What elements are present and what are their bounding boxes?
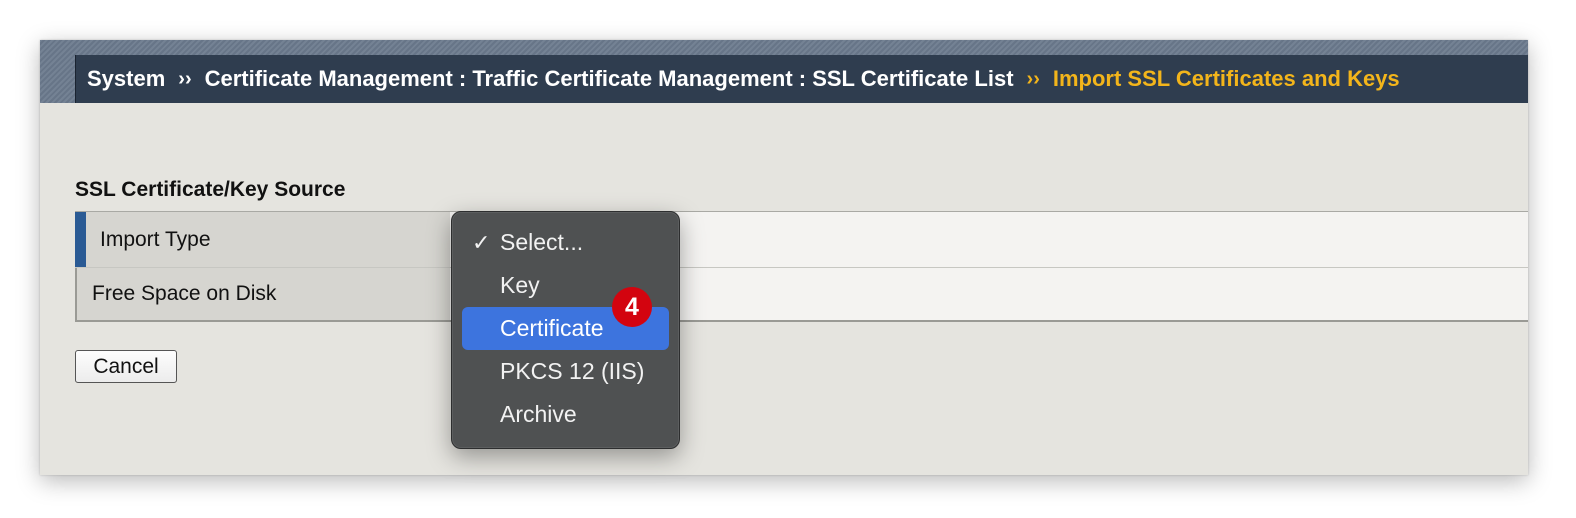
- dropdown-option-pkcs12[interactable]: PKCS 12 (IIS): [462, 350, 669, 393]
- checkmark-icon: ✓: [472, 229, 491, 255]
- breadcrumb-separator: ››: [1026, 67, 1040, 90]
- form-row-free-space: Free Space on Disk: [75, 267, 1528, 320]
- cancel-button[interactable]: Cancel: [75, 350, 177, 383]
- form-row-import-type: Import Type: [75, 212, 1528, 267]
- free-space-label: Free Space on Disk: [75, 268, 450, 320]
- form-table: Import Type Free Space on Disk: [75, 211, 1528, 322]
- breadcrumb-item-ssl-certificate-list[interactable]: Certificate Management : Traffic Certifi…: [205, 66, 1014, 92]
- import-type-label: Import Type: [75, 212, 450, 267]
- import-type-dropdown[interactable]: ✓ Select... Key Certificate PKCS 12 (IIS…: [451, 211, 680, 449]
- dropdown-option-select[interactable]: ✓ Select...: [462, 221, 669, 264]
- app-window: System ›› Certificate Management : Traff…: [40, 40, 1528, 475]
- breadcrumb-separator: ››: [178, 67, 192, 90]
- section-title: SSL Certificate/Key Source: [75, 178, 346, 201]
- breadcrumb: System ›› Certificate Management : Traff…: [75, 55, 1528, 103]
- dropdown-option-label: PKCS 12 (IIS): [500, 358, 645, 384]
- dropdown-option-label: Archive: [500, 401, 577, 427]
- breadcrumb-current-page: Import SSL Certificates and Keys: [1052, 66, 1400, 91]
- breadcrumb-item-system[interactable]: System: [87, 66, 165, 92]
- dropdown-option-label: Select...: [500, 229, 584, 255]
- step-number-badge: 4: [612, 287, 652, 327]
- dropdown-option-label: Certificate: [500, 315, 604, 341]
- dropdown-option-archive[interactable]: Archive: [462, 393, 669, 436]
- dropdown-option-label: Key: [500, 272, 540, 298]
